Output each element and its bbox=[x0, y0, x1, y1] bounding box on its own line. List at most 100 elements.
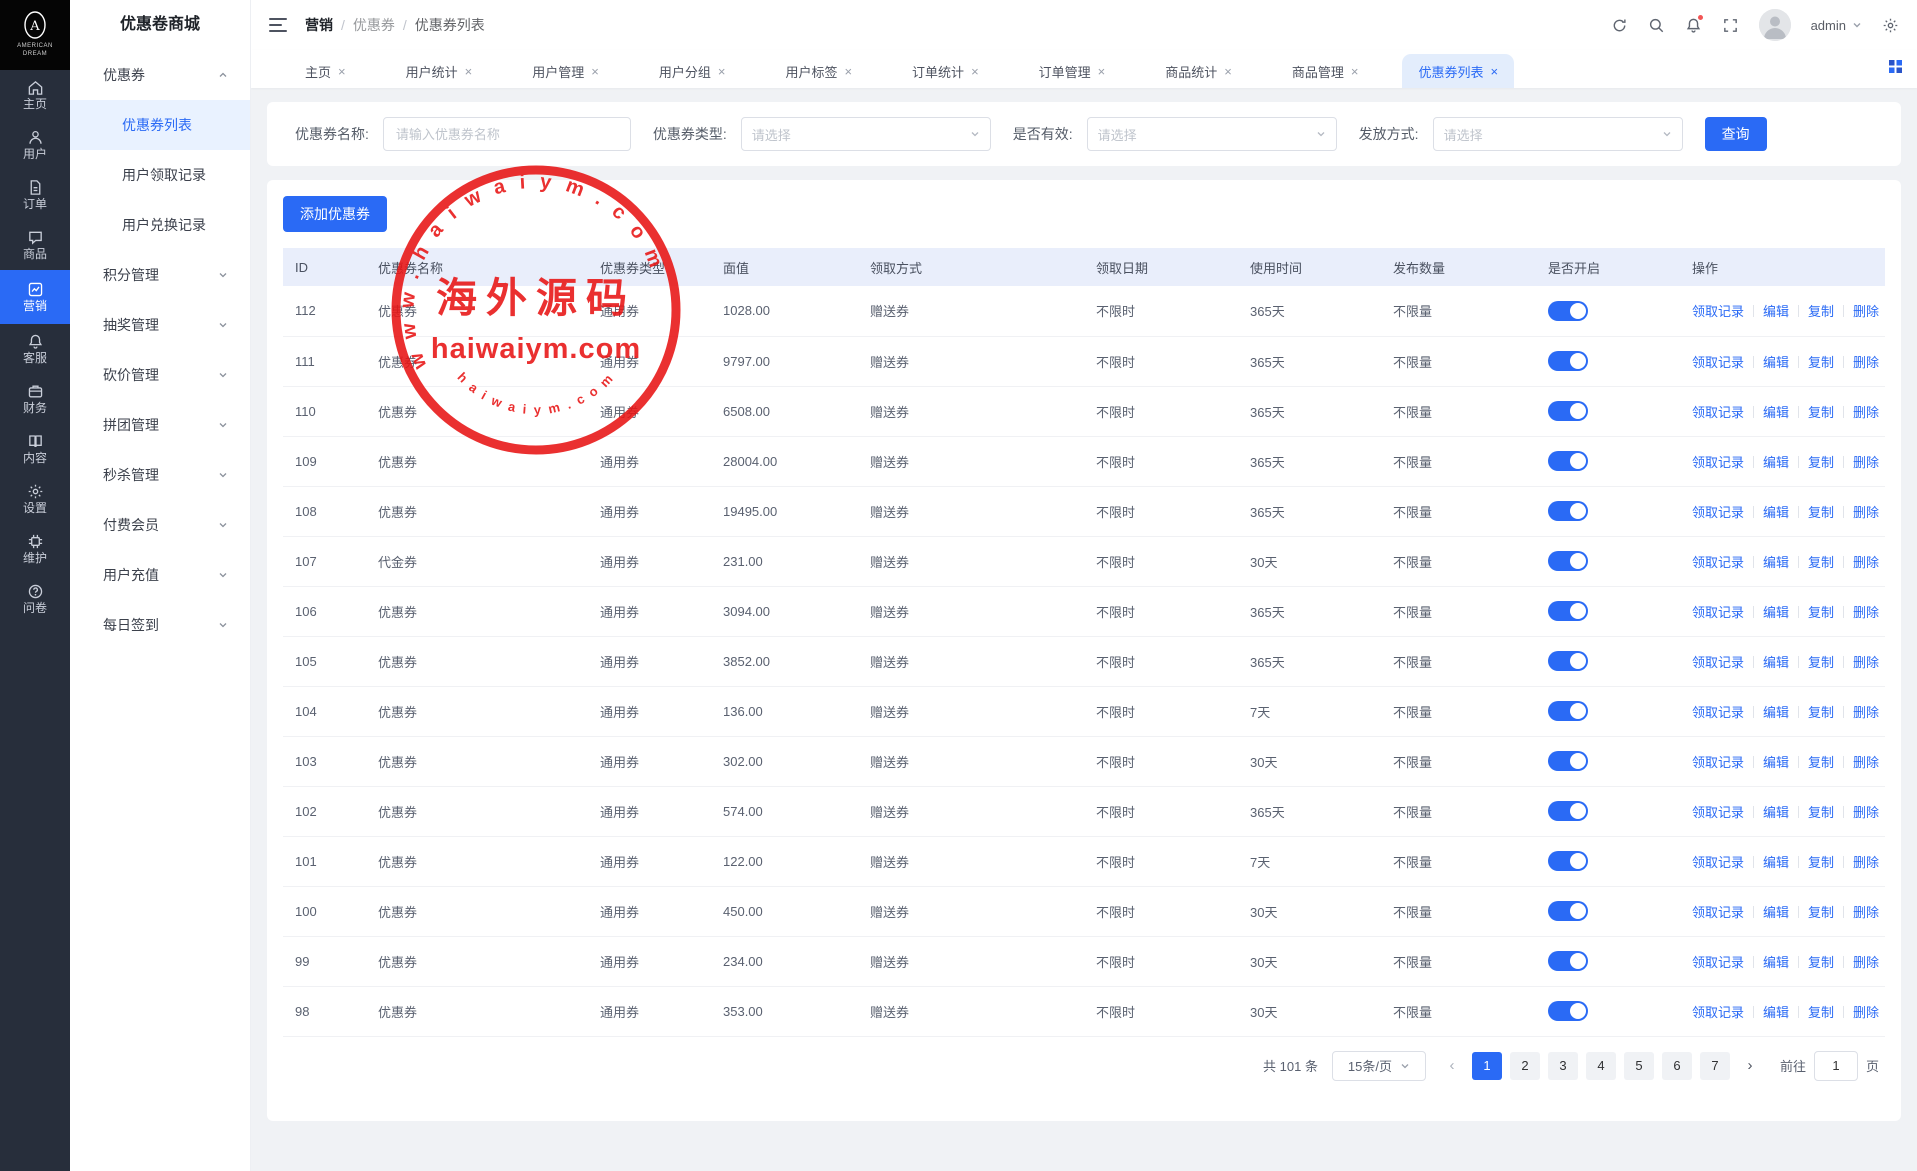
action-edit[interactable]: 编辑 bbox=[1763, 855, 1789, 870]
next-page-button[interactable]: › bbox=[1738, 1057, 1762, 1074]
page-button-7[interactable]: 7 bbox=[1700, 1052, 1730, 1080]
coupon-name-input[interactable] bbox=[383, 117, 631, 151]
menu-item-group-10[interactable]: 用户充值 bbox=[70, 550, 250, 600]
notifications-bell-icon[interactable] bbox=[1685, 17, 1702, 34]
action-delete[interactable]: 删除 bbox=[1853, 355, 1879, 370]
action-delete[interactable]: 删除 bbox=[1853, 1005, 1879, 1020]
enabled-toggle[interactable] bbox=[1548, 301, 1588, 321]
sidebar-item-user[interactable]: 用户 bbox=[0, 120, 70, 170]
coupon-type-select[interactable]: 请选择 bbox=[741, 117, 991, 151]
page-button-3[interactable]: 3 bbox=[1548, 1052, 1578, 1080]
enabled-toggle[interactable] bbox=[1548, 451, 1588, 471]
action-records[interactable]: 领取记录 bbox=[1692, 755, 1744, 770]
action-records[interactable]: 领取记录 bbox=[1692, 605, 1744, 620]
action-delete[interactable]: 删除 bbox=[1853, 955, 1879, 970]
user-menu[interactable]: admin bbox=[1811, 18, 1862, 33]
action-copy[interactable]: 复制 bbox=[1808, 755, 1834, 770]
action-records[interactable]: 领取记录 bbox=[1692, 555, 1744, 570]
action-edit[interactable]: 编辑 bbox=[1763, 405, 1789, 420]
sidebar-item-service[interactable]: 客服 bbox=[0, 324, 70, 374]
tab-5[interactable]: 订单统计× bbox=[896, 54, 995, 88]
close-tab-icon[interactable]: × bbox=[465, 65, 473, 78]
page-button-1[interactable]: 1 bbox=[1472, 1052, 1502, 1080]
action-copy[interactable]: 复制 bbox=[1808, 1005, 1834, 1020]
menu-item-group-7[interactable]: 拼团管理 bbox=[70, 400, 250, 450]
menu-item-group-5[interactable]: 抽奖管理 bbox=[70, 300, 250, 350]
action-records[interactable]: 领取记录 bbox=[1692, 655, 1744, 670]
collapse-menu-icon[interactable] bbox=[269, 18, 287, 32]
page-button-5[interactable]: 5 bbox=[1624, 1052, 1654, 1080]
tab-6[interactable]: 订单管理× bbox=[1023, 54, 1122, 88]
page-button-6[interactable]: 6 bbox=[1662, 1052, 1692, 1080]
enabled-toggle[interactable] bbox=[1548, 601, 1588, 621]
enabled-toggle[interactable] bbox=[1548, 351, 1588, 371]
app-logo[interactable]: A AMERICAN DREAM bbox=[0, 0, 70, 70]
tab-1[interactable]: 用户统计× bbox=[390, 54, 489, 88]
tab-9[interactable]: 优惠券列表× bbox=[1402, 54, 1514, 88]
menu-item-sub-2[interactable]: 用户领取记录 bbox=[70, 150, 250, 200]
action-records[interactable]: 领取记录 bbox=[1692, 355, 1744, 370]
action-copy[interactable]: 复制 bbox=[1808, 955, 1834, 970]
action-records[interactable]: 领取记录 bbox=[1692, 905, 1744, 920]
menu-item-group-0[interactable]: 优惠券 bbox=[70, 50, 250, 100]
enabled-toggle[interactable] bbox=[1548, 851, 1588, 871]
sidebar-item-settings[interactable]: 设置 bbox=[0, 474, 70, 524]
action-copy[interactable]: 复制 bbox=[1808, 855, 1834, 870]
action-delete[interactable]: 删除 bbox=[1853, 455, 1879, 470]
close-tab-icon[interactable]: × bbox=[591, 65, 599, 78]
action-copy[interactable]: 复制 bbox=[1808, 505, 1834, 520]
action-copy[interactable]: 复制 bbox=[1808, 605, 1834, 620]
action-delete[interactable]: 删除 bbox=[1853, 555, 1879, 570]
action-edit[interactable]: 编辑 bbox=[1763, 605, 1789, 620]
menu-item-sub-3[interactable]: 用户兑换记录 bbox=[70, 200, 250, 250]
refresh-icon[interactable] bbox=[1611, 17, 1628, 34]
menu-item-group-4[interactable]: 积分管理 bbox=[70, 250, 250, 300]
action-copy[interactable]: 复制 bbox=[1808, 355, 1834, 370]
action-records[interactable]: 领取记录 bbox=[1692, 505, 1744, 520]
action-delete[interactable]: 删除 bbox=[1853, 805, 1879, 820]
close-tab-icon[interactable]: × bbox=[338, 65, 346, 78]
action-records[interactable]: 领取记录 bbox=[1692, 405, 1744, 420]
add-coupon-button[interactable]: 添加优惠券 bbox=[283, 196, 387, 232]
action-records[interactable]: 领取记录 bbox=[1692, 455, 1744, 470]
close-tab-icon[interactable]: × bbox=[1098, 65, 1106, 78]
action-records[interactable]: 领取记录 bbox=[1692, 805, 1744, 820]
settings-gear-icon[interactable] bbox=[1882, 17, 1899, 34]
enabled-toggle[interactable] bbox=[1548, 751, 1588, 771]
sidebar-item-survey[interactable]: 问卷 bbox=[0, 574, 70, 624]
action-delete[interactable]: 删除 bbox=[1853, 905, 1879, 920]
action-delete[interactable]: 删除 bbox=[1853, 505, 1879, 520]
close-tab-icon[interactable]: × bbox=[1224, 65, 1232, 78]
action-copy[interactable]: 复制 bbox=[1808, 655, 1834, 670]
page-button-4[interactable]: 4 bbox=[1586, 1052, 1616, 1080]
action-edit[interactable]: 编辑 bbox=[1763, 905, 1789, 920]
sidebar-item-home[interactable]: 主页 bbox=[0, 70, 70, 120]
tab-options-grid-icon[interactable] bbox=[1888, 59, 1903, 74]
action-copy[interactable]: 复制 bbox=[1808, 555, 1834, 570]
action-edit[interactable]: 编辑 bbox=[1763, 1005, 1789, 1020]
menu-item-group-11[interactable]: 每日签到 bbox=[70, 600, 250, 650]
close-tab-icon[interactable]: × bbox=[844, 65, 852, 78]
user-avatar[interactable] bbox=[1759, 9, 1791, 41]
action-records[interactable]: 领取记录 bbox=[1692, 955, 1744, 970]
action-edit[interactable]: 编辑 bbox=[1763, 705, 1789, 720]
tab-0[interactable]: 主页× bbox=[289, 54, 362, 88]
action-delete[interactable]: 删除 bbox=[1853, 705, 1879, 720]
action-edit[interactable]: 编辑 bbox=[1763, 505, 1789, 520]
action-delete[interactable]: 删除 bbox=[1853, 655, 1879, 670]
enabled-toggle[interactable] bbox=[1548, 951, 1588, 971]
sidebar-item-finance[interactable]: 财务 bbox=[0, 374, 70, 424]
search-icon[interactable] bbox=[1648, 17, 1665, 34]
action-edit[interactable]: 编辑 bbox=[1763, 655, 1789, 670]
tab-8[interactable]: 商品管理× bbox=[1276, 54, 1375, 88]
action-copy[interactable]: 复制 bbox=[1808, 805, 1834, 820]
sidebar-item-maintain[interactable]: 维护 bbox=[0, 524, 70, 574]
page-size-select[interactable]: 15条/页 bbox=[1332, 1051, 1426, 1081]
action-copy[interactable]: 复制 bbox=[1808, 905, 1834, 920]
sidebar-item-content[interactable]: 内容 bbox=[0, 424, 70, 474]
action-edit[interactable]: 编辑 bbox=[1763, 805, 1789, 820]
sidebar-item-marketing[interactable]: 营销 bbox=[0, 270, 70, 324]
action-delete[interactable]: 删除 bbox=[1853, 405, 1879, 420]
fullscreen-icon[interactable] bbox=[1722, 17, 1739, 34]
action-delete[interactable]: 删除 bbox=[1853, 855, 1879, 870]
